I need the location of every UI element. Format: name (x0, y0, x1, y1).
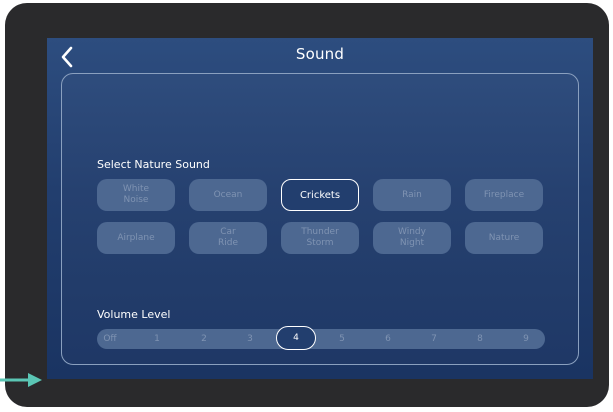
page-title: Sound (295, 45, 345, 63)
volume-option-2[interactable]: 2 (192, 329, 216, 349)
sound-option-white-noise[interactable]: White Noise (97, 179, 175, 211)
volume-level-label: Volume Level (97, 308, 171, 321)
volume-option-9[interactable]: 9 (514, 329, 538, 349)
volume-option-6[interactable]: 6 (376, 329, 400, 349)
nature-sound-label: Select Nature Sound (97, 158, 210, 171)
volume-option-1[interactable]: 1 (145, 329, 169, 349)
volume-option-7[interactable]: 7 (422, 329, 446, 349)
sound-option-windy-night[interactable]: Windy Night (373, 222, 451, 254)
volume-selector: Off 1 2 3 4 5 6 7 8 9 (97, 326, 545, 350)
sound-option-rain[interactable]: Rain (373, 179, 451, 211)
volume-option-off[interactable]: Off (98, 329, 122, 349)
sound-option-thunder-storm[interactable]: Thunder Storm (281, 222, 359, 254)
volume-option-5[interactable]: 5 (330, 329, 354, 349)
sound-option-fireplace[interactable]: Fireplace (465, 179, 543, 211)
volume-option-3[interactable]: 3 (238, 329, 262, 349)
sound-option-airplane[interactable]: Airplane (97, 222, 175, 254)
sound-option-crickets[interactable]: Crickets (281, 179, 359, 211)
volume-option-4[interactable]: 4 (276, 326, 316, 350)
sound-option-nature[interactable]: Nature (465, 222, 543, 254)
volume-option-8[interactable]: 8 (468, 329, 492, 349)
screen: Sound Select Nature Sound White Noise Oc… (47, 38, 593, 379)
settings-panel: Select Nature Sound White Noise Ocean Cr… (61, 73, 579, 365)
sound-option-car-ride[interactable]: Car Ride (189, 222, 267, 254)
arrow-right-icon (0, 373, 42, 387)
tablet-frame: Sound Select Nature Sound White Noise Oc… (5, 3, 609, 407)
sound-option-ocean[interactable]: Ocean (189, 179, 267, 211)
